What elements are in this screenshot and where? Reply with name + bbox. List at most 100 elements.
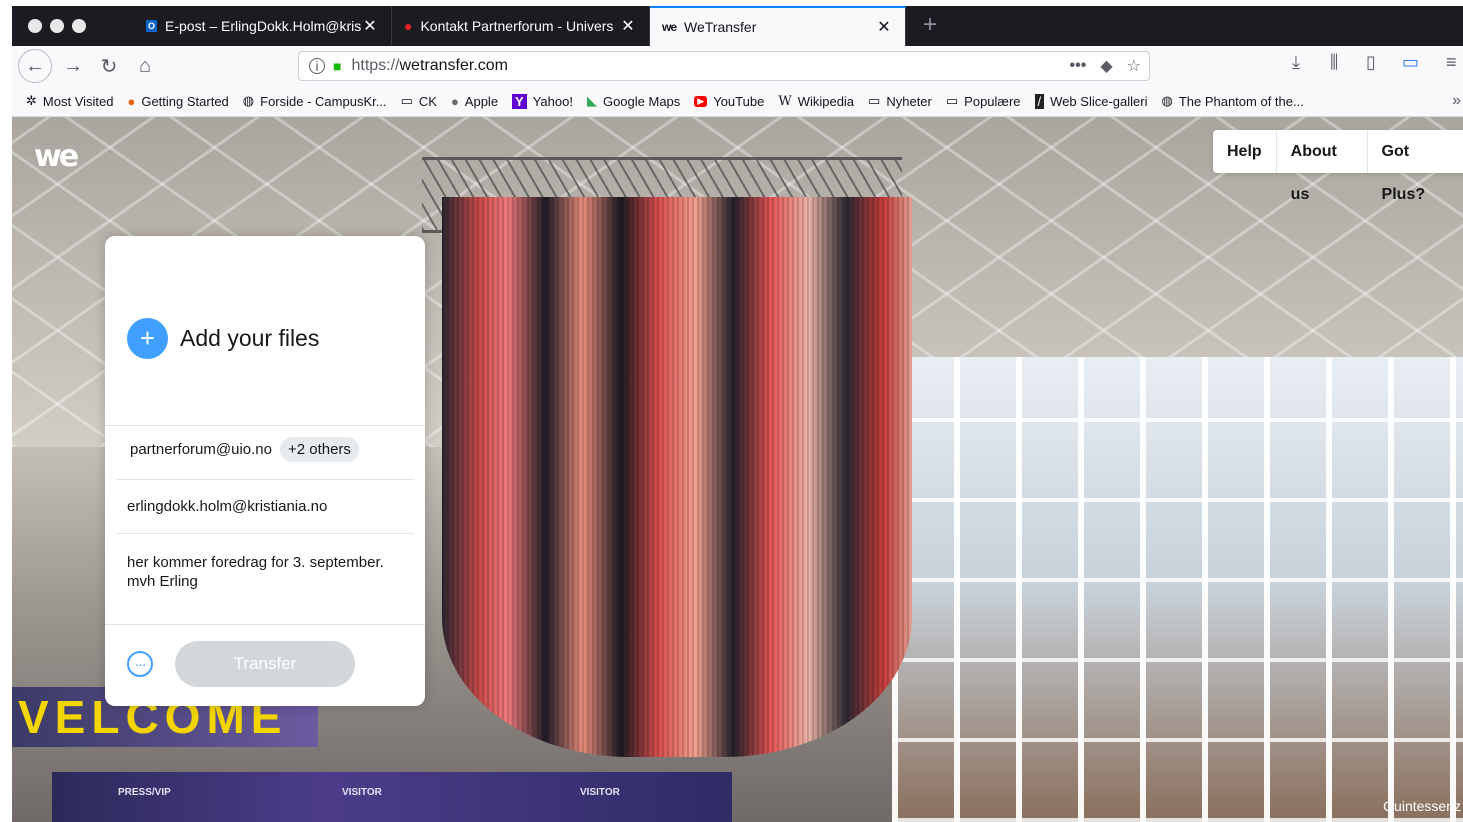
got-plus-link[interactable]: Got Plus?	[1368, 130, 1463, 203]
bookmark-youtube[interactable]: ▶ YouTube	[694, 94, 764, 109]
more-options-button[interactable]: ···	[127, 651, 153, 677]
divider	[105, 425, 425, 426]
bookmark-label: Populære	[964, 93, 1021, 109]
minimize-window-button[interactable]	[50, 19, 64, 33]
add-files-button[interactable]: + Add your files	[127, 318, 319, 359]
bookmark-label: Apple	[464, 93, 499, 109]
bookmark-wikipedia[interactable]: W Wikipedia	[778, 94, 854, 109]
background-sculpture	[442, 197, 912, 757]
bookmark-label: Web Slice-galleri	[1050, 93, 1148, 109]
bookmark-web-slice[interactable]: / Web Slice-galleri	[1034, 93, 1148, 109]
close-icon[interactable]: ✕	[361, 16, 379, 36]
booth-label: VISITOR	[580, 787, 620, 798]
about-us-link[interactable]: About us	[1277, 130, 1368, 203]
bookmarks-toolbar: ✲ Most Visited ● Getting Started ◍ Forside …	[12, 86, 1463, 117]
reload-button[interactable]: ↻	[94, 52, 124, 80]
bookmark-label: Wikipedia	[797, 93, 855, 109]
download-icon[interactable]: ⤓	[1292, 52, 1300, 73]
bookmark-label: Google Maps	[602, 93, 681, 109]
recipient-field[interactable]: partnerforum@uio.no +2 others	[130, 437, 359, 462]
url-protocol: https://	[351, 57, 400, 74]
tab-partnerforum[interactable]: ● Kontakt Partnerforum - Univers ✕	[392, 6, 650, 46]
bookmark-getting-started[interactable]: ● Getting Started	[127, 94, 228, 109]
photo-credit[interactable]: Quintessenz	[1383, 798, 1461, 814]
recipient-email: partnerforum@uio.no	[130, 441, 272, 458]
booth-label: VISITOR	[342, 787, 382, 798]
star-icon[interactable]: ☆	[1127, 56, 1141, 76]
bookmark-populaere[interactable]: ▭ Populære	[946, 93, 1021, 109]
globe-icon: ◍	[1161, 93, 1173, 108]
back-button[interactable]: ←	[18, 49, 52, 83]
chevron-right-icon[interactable]: »	[1452, 92, 1461, 110]
help-link[interactable]: Help	[1213, 130, 1277, 173]
close-icon[interactable]: ✕	[875, 17, 893, 37]
apple-icon: ●	[450, 93, 459, 109]
bookmark-label: Getting Started	[141, 93, 229, 109]
bookmark-apple[interactable]: ● Apple	[451, 94, 498, 109]
bookmark-google-maps[interactable]: ◣ Google Maps	[587, 93, 680, 109]
bookmark-label: Nyheter	[886, 93, 932, 109]
menu-icon[interactable]: ≡	[1446, 52, 1457, 73]
bookmark-label: The Phantom of the...	[1178, 93, 1304, 109]
webslice-icon: /	[1034, 93, 1045, 109]
bookmark-yahoo[interactable]: Y Yahoo!	[512, 93, 573, 109]
wetransfer-logo[interactable]: we	[34, 139, 79, 174]
outlook-icon: O	[146, 20, 158, 32]
bookmark-phantom[interactable]: ◍ The Phantom of the...	[1161, 93, 1303, 109]
arrow-left-icon: ←	[25, 54, 45, 77]
sender-email-field[interactable]: erlingdokk.holm@kristiania.no	[127, 498, 327, 515]
bookmark-most-visited[interactable]: ✲ Most Visited	[26, 93, 113, 109]
message-field[interactable]: her kommer foredrag for 3. september. mv…	[127, 553, 397, 591]
bookmark-label: CK	[418, 93, 437, 109]
pin-icon: ●	[404, 18, 413, 34]
tab-bar: O E-post – ErlingDokk.Holm@kris ✕ ● Kont…	[12, 6, 1463, 46]
reload-icon: ↻	[100, 55, 118, 78]
bookmark-label: Most Visited	[42, 93, 114, 109]
recipients-more-chip[interactable]: +2 others	[279, 437, 359, 462]
home-button[interactable]: ⌂	[130, 52, 160, 80]
zoom-window-button[interactable]	[72, 19, 86, 33]
sidebar-icon[interactable]: ▯	[1366, 52, 1376, 73]
bookmark-nyheter[interactable]: ▭ Nyheter	[868, 93, 932, 109]
tab-wetransfer[interactable]: we WeTransfer ✕	[650, 6, 906, 46]
yahoo-icon: Y	[512, 93, 527, 109]
info-icon[interactable]: i	[309, 58, 325, 74]
forward-button[interactable]: →	[58, 52, 88, 80]
browser-window: O E-post – ErlingDokk.Holm@kris ✕ ● Kont…	[12, 6, 1463, 822]
ellipsis-icon: ···	[134, 656, 147, 672]
maps-icon: ◣	[586, 93, 597, 108]
lock-icon: ■	[333, 58, 342, 74]
plus-icon: +	[127, 318, 168, 359]
divider	[116, 533, 414, 534]
folder-icon: ▭	[400, 93, 413, 108]
background-windows	[892, 357, 1463, 822]
site-nav: Help About us Got Plus?	[1213, 130, 1463, 203]
tab-label: Kontakt Partnerforum - Univers	[420, 18, 614, 34]
url-bar[interactable]: i ■ https://wetransfer.com ••• ◆ ☆	[298, 51, 1150, 81]
page-actions-button[interactable]: •••	[1070, 57, 1087, 75]
new-tab-button[interactable]: +	[916, 12, 944, 40]
bookmark-ck[interactable]: ▭ CK	[401, 93, 437, 109]
add-files-label: Add your files	[180, 325, 320, 351]
bookmark-label: YouTube	[713, 93, 765, 109]
navigation-toolbar: ← → ↻ ⌂ i ■ https://wetransfer.com ••• ◆…	[12, 46, 1463, 86]
wikipedia-icon: W	[778, 93, 792, 109]
home-icon: ⌂	[138, 54, 152, 77]
globe-icon: ◍	[242, 93, 255, 108]
pocket-icon[interactable]: ◆	[1100, 56, 1112, 76]
tab-label: WeTransfer	[684, 19, 757, 35]
bookmark-campuskr[interactable]: ◍ Forside - CampusKr...	[243, 93, 387, 109]
youtube-icon: ▶	[694, 95, 708, 107]
tab-outlook[interactable]: O E-post – ErlingDokk.Holm@kris ✕	[134, 6, 392, 46]
close-window-button[interactable]	[28, 19, 42, 33]
bookmark-label: Forside - CampusKr...	[260, 93, 387, 109]
library-icon[interactable]: ⫼	[1330, 52, 1338, 73]
tab-label: E-post – ErlingDokk.Holm@kris	[165, 18, 361, 34]
booth-label: PRESS/VIP	[118, 787, 171, 798]
transfer-button[interactable]: Transfer	[175, 641, 355, 687]
reader-icon[interactable]: ▭	[1402, 52, 1419, 73]
close-icon[interactable]: ✕	[619, 16, 637, 36]
wetransfer-icon: we	[662, 20, 677, 34]
bookmark-label: Yahoo!	[532, 93, 573, 109]
upload-card: + Add your files partnerforum@uio.no +2 …	[105, 236, 425, 706]
